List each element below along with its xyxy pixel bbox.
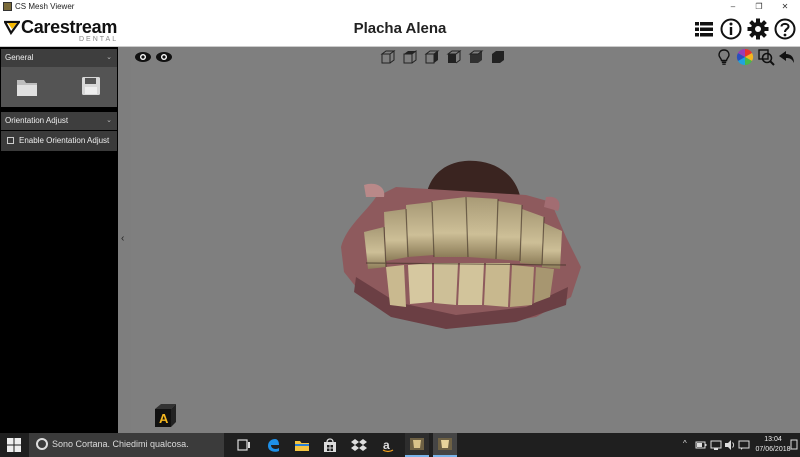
view-right-cube-icon[interactable]	[423, 48, 441, 66]
logo-subtitle: DENTAL	[79, 36, 119, 43]
clock-time: 13:04	[764, 436, 782, 443]
open-folder-icon[interactable]	[15, 76, 39, 98]
color-wheel-icon[interactable]	[736, 48, 754, 66]
chevron-left-icon[interactable]: ‹	[121, 233, 124, 244]
save-floppy-icon[interactable]	[81, 76, 101, 96]
enable-orientation-checkbox[interactable]	[7, 137, 14, 144]
tray-show-hidden-icon[interactable]: ^	[683, 439, 687, 448]
view-left-cube-icon[interactable]	[445, 48, 463, 66]
cortana-search-box[interactable]: Sono Cortana. Chiedimi qualcosa.	[29, 433, 224, 457]
file-explorer-icon[interactable]	[294, 437, 310, 453]
taskbar-app-cs-viewer[interactable]	[405, 433, 429, 457]
action-center-icon[interactable]	[790, 437, 798, 453]
close-button[interactable]: ✕	[778, 1, 792, 12]
view-front-cube-icon[interactable]	[379, 48, 397, 66]
chevron-down-icon: ⌄	[106, 54, 112, 61]
cs-mesh-viewer-app-icon	[438, 438, 452, 450]
volume-icon[interactable]	[724, 439, 736, 451]
clock-date: 07/06/2018	[755, 446, 791, 453]
store-bag-icon[interactable]	[322, 437, 338, 453]
orientation-panel-title: Orientation Adjust	[5, 116, 69, 125]
general-panel-body	[1, 67, 117, 107]
visibility-eye-icon[interactable]	[134, 48, 152, 66]
taskbar-app-cs-mesh-viewer[interactable]	[433, 433, 457, 457]
restore-button[interactable]: ❐	[752, 1, 766, 12]
dropbox-icon[interactable]	[351, 437, 367, 453]
sidebar-collapse-strip[interactable]: ‹	[118, 47, 131, 433]
info-icon[interactable]	[719, 17, 743, 41]
settings-gear-icon[interactable]	[746, 17, 770, 41]
taskbar-clock[interactable]: 13:04 07/06/2018	[752, 435, 794, 455]
cs-viewer-app-icon	[410, 438, 424, 450]
enable-orientation-row[interactable]: Enable Orientation Adjust	[1, 131, 117, 151]
orientation-panel-header[interactable]: Orientation Adjust ⌄	[1, 112, 117, 130]
compare-zoom-icon[interactable]	[757, 48, 775, 66]
app-header: Carestream DENTAL Placha Alena	[0, 13, 800, 47]
chevron-down-icon: ⌄	[106, 117, 112, 124]
dental-mesh-model[interactable]	[336, 157, 596, 337]
search-placeholder: Sono Cortana. Chiedimi qualcosa.	[52, 439, 189, 449]
svg-text:a: a	[383, 438, 390, 452]
minimize-button[interactable]: –	[726, 1, 740, 12]
view-bottom-cube-icon[interactable]	[467, 48, 485, 66]
mesh-viewport[interactable]: A	[131, 47, 800, 433]
task-view-icon[interactable]	[236, 437, 252, 453]
visibility-eye-icon[interactable]	[155, 48, 173, 66]
windows-start-icon[interactable]	[6, 437, 22, 453]
general-panel-header[interactable]: General ⌄	[1, 49, 117, 67]
window-title: CS Mesh Viewer	[15, 2, 75, 11]
document-title: Placha Alena	[353, 20, 447, 37]
general-panel-title: General	[5, 53, 34, 62]
undo-back-arrow-icon[interactable]	[778, 48, 796, 66]
message-icon[interactable]	[738, 439, 750, 451]
orientation-badge[interactable]: A	[152, 402, 178, 428]
app-icon	[3, 2, 12, 11]
battery-icon[interactable]	[695, 439, 707, 451]
help-icon[interactable]	[773, 17, 797, 41]
view-back-cube-icon[interactable]	[489, 48, 507, 66]
view-top-cube-icon[interactable]	[401, 48, 419, 66]
enable-orientation-label: Enable Orientation Adjust	[19, 136, 110, 145]
orientation-label: A	[159, 411, 169, 426]
list-icon[interactable]	[692, 17, 716, 41]
network-icon[interactable]	[710, 439, 722, 451]
amazon-icon[interactable]: a	[380, 437, 396, 453]
sidebar: General ⌄ Orientation Adjust ⌄ Enable Or…	[0, 47, 118, 433]
lightbulb-icon[interactable]	[715, 48, 733, 66]
windows-taskbar: Sono Cortana. Chiedimi qualcosa. a ^ 13:…	[0, 433, 800, 457]
cortana-icon	[36, 438, 48, 450]
edge-browser-icon[interactable]	[265, 437, 281, 453]
window-title-bar: CS Mesh Viewer – ❐ ✕	[0, 0, 800, 13]
